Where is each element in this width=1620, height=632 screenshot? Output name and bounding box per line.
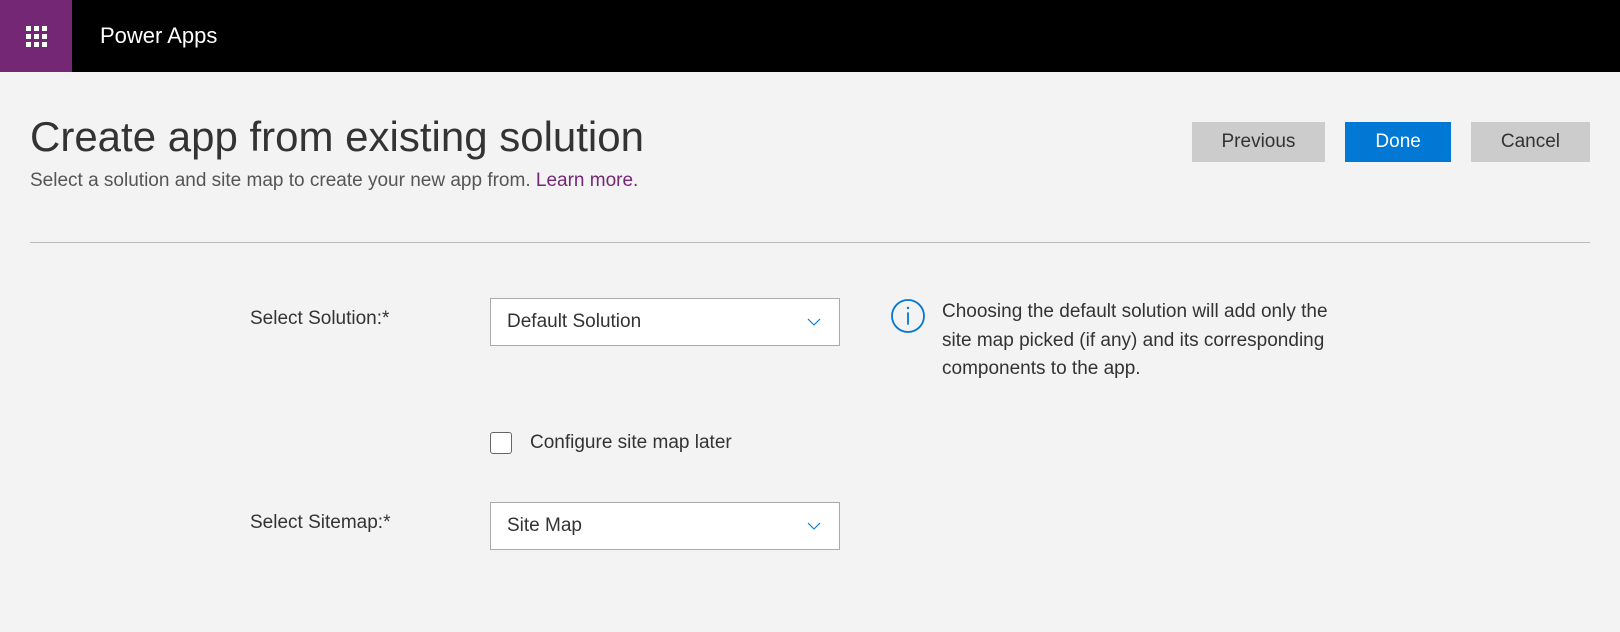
configure-later-label: Configure site map later xyxy=(530,432,732,454)
app-name: Power Apps xyxy=(100,23,217,49)
solution-value: Default Solution xyxy=(507,311,641,333)
configure-later-row: Configure site map later xyxy=(490,432,1590,454)
title-row: Create app from existing solution Select… xyxy=(30,112,1590,192)
waffle-menu-button[interactable] xyxy=(0,0,72,72)
solution-row: Select Solution:* Default Solution xyxy=(250,298,1590,384)
info-icon xyxy=(890,298,926,334)
sitemap-select[interactable]: Site Map xyxy=(490,502,840,550)
action-buttons: Previous Done Cancel xyxy=(1192,122,1591,162)
sitemap-label: Select Sitemap:* xyxy=(250,502,490,534)
info-text: Choosing the default solution will add o… xyxy=(942,298,1360,384)
solution-select-wrap: Default Solution xyxy=(490,298,840,346)
page-title: Create app from existing solution xyxy=(30,112,1192,162)
solution-select[interactable]: Default Solution xyxy=(490,298,840,346)
previous-button[interactable]: Previous xyxy=(1192,122,1326,162)
subtitle-text: Select a solution and site map to create… xyxy=(30,170,536,191)
configure-later-checkbox[interactable] xyxy=(490,432,512,454)
sitemap-row: Select Sitemap:* Site Map xyxy=(250,502,1590,550)
solution-label: Select Solution:* xyxy=(250,298,490,330)
waffle-icon xyxy=(26,26,47,47)
page-subtitle: Select a solution and site map to create… xyxy=(30,170,1192,192)
chevron-down-icon xyxy=(805,517,823,535)
done-button[interactable]: Done xyxy=(1345,122,1450,162)
sitemap-value: Site Map xyxy=(507,515,582,537)
page-content: Create app from existing solution Select… xyxy=(0,72,1620,550)
form-area: Select Solution:* Default Solution xyxy=(30,298,1590,550)
sitemap-select-wrap: Site Map xyxy=(490,502,840,550)
app-header: Power Apps xyxy=(0,0,1620,72)
chevron-down-icon xyxy=(805,313,823,331)
info-column: Choosing the default solution will add o… xyxy=(890,298,1360,384)
title-block: Create app from existing solution Select… xyxy=(30,112,1192,192)
cancel-button[interactable]: Cancel xyxy=(1471,122,1590,162)
divider xyxy=(30,242,1590,243)
learn-more-link[interactable]: Learn more. xyxy=(536,170,638,191)
